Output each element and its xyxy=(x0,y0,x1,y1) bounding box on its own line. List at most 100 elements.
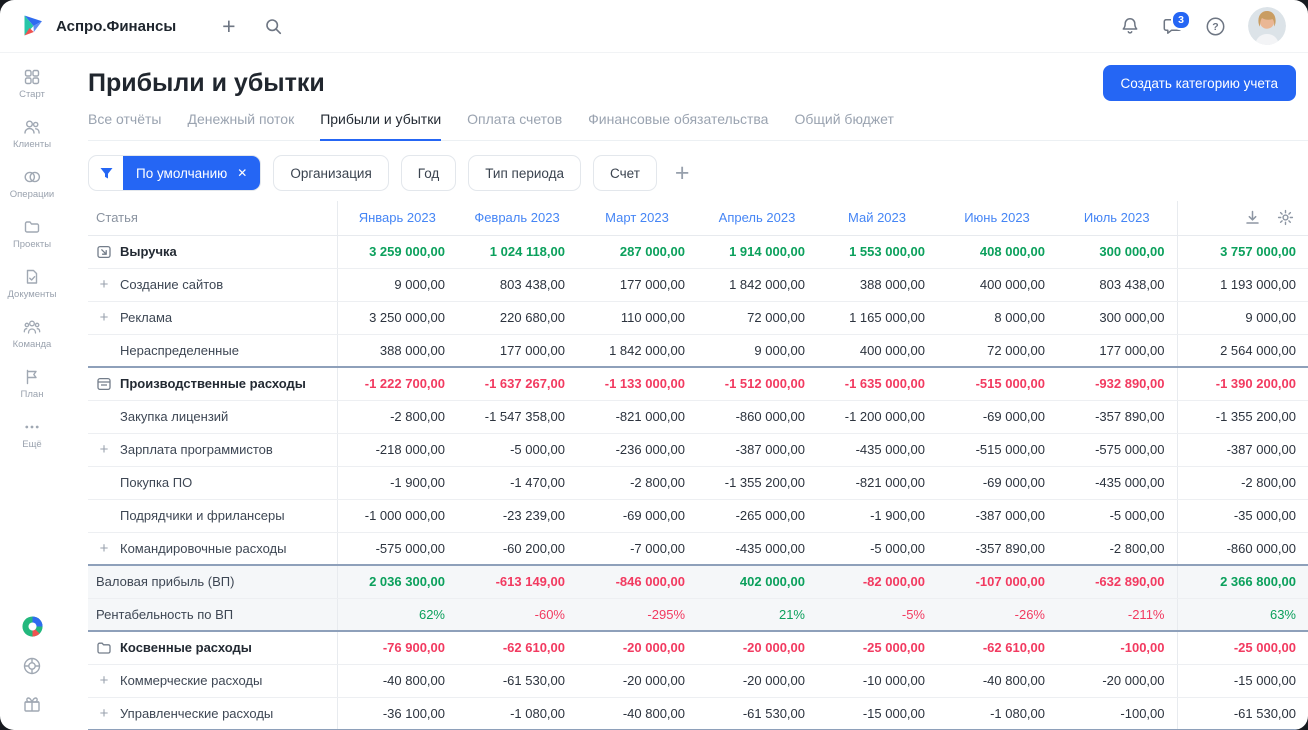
aspro-apps-icon[interactable] xyxy=(21,615,44,638)
value-cell: 177 000,00 xyxy=(577,268,697,302)
production-expenses-icon[interactable] xyxy=(96,376,112,392)
tab-cash-flow[interactable]: Денежный поток xyxy=(187,111,294,140)
sidebar-item-start[interactable]: Старт xyxy=(0,67,64,100)
table-row[interactable]: + Коммерческие расходы -40 800,00 -61 530,0… xyxy=(88,664,1308,698)
sidebar-item-more[interactable]: Ещё xyxy=(0,417,64,450)
row-label-cell: + Коммерческие расходы xyxy=(88,664,338,698)
table-row[interactable]: + Управленческие расходы -36 100,00 -1 080,… xyxy=(88,697,1308,730)
expand-plus-icon[interactable]: + xyxy=(96,442,112,457)
search-icon[interactable] xyxy=(264,17,283,36)
value-cell: -387 000,00 xyxy=(697,433,817,467)
table-row[interactable]: Косвенные расходы -76 900,00 -62 610,00 -20… xyxy=(88,630,1308,665)
value-cell: -860 000,00 xyxy=(697,400,817,434)
add-filter-icon[interactable]: + xyxy=(675,160,690,186)
tab-profit-loss[interactable]: Прибыли и убытки xyxy=(320,111,442,141)
expand-plus-icon[interactable]: + xyxy=(96,277,112,292)
table-row[interactable]: Рентабельность по ВП 62% -60% -295% 21% -5% -2… xyxy=(88,598,1308,632)
value-cell: 2 036 300,00 xyxy=(337,564,457,599)
sidebar-item-label: Операции xyxy=(9,189,55,200)
settings-gear-icon[interactable] xyxy=(1277,209,1294,226)
value-cell: -387 000,00 xyxy=(1176,433,1308,467)
value-cell: -20 000,00 xyxy=(1057,664,1177,698)
tab-liabilities[interactable]: Финансовые обязательства xyxy=(588,111,768,140)
table-row[interactable]: Покупка ПО -1 900,00 -1 470,00 -2 800,00 -1 … xyxy=(88,466,1308,500)
value-cell: -613 149,00 xyxy=(457,564,577,599)
value-cell: -25 000,00 xyxy=(1176,630,1308,665)
table-row[interactable]: Выручка 3 259 000,00 1 024 118,00 287 000,0… xyxy=(88,235,1308,269)
filter-funnel-icon[interactable] xyxy=(89,156,123,190)
expand-plus-icon[interactable]: + xyxy=(96,541,112,556)
sidebar-item-operations[interactable]: Операции xyxy=(0,167,64,200)
value-cell: -25 000,00 xyxy=(817,630,937,665)
value-cell: -1 470,00 xyxy=(457,466,577,500)
table-row[interactable]: + Командировочные расходы -575 000,00 -60 2… xyxy=(88,532,1308,566)
value-cell: -1 000 000,00 xyxy=(337,499,457,533)
table-row[interactable]: Закупка лицензий -2 800,00 -1 547 358,00 -8… xyxy=(88,400,1308,434)
download-icon[interactable] xyxy=(1244,209,1261,226)
clear-filter-icon[interactable]: ✕ xyxy=(237,166,247,180)
filter-chip-organization[interactable]: Организация xyxy=(273,155,389,191)
tab-bills[interactable]: Оплата счетов xyxy=(467,111,562,140)
sidebar-item-label: Клиенты xyxy=(12,139,52,150)
avatar[interactable] xyxy=(1248,7,1286,45)
create-category-button[interactable]: Создать категорию учета xyxy=(1102,65,1296,101)
start-icon xyxy=(23,67,41,86)
table-row[interactable]: + Создание сайтов 9 000,00 803 438,00 177 00… xyxy=(88,268,1308,302)
expand-plus-icon[interactable]: + xyxy=(96,706,112,721)
value-cell: -35 000,00 xyxy=(1176,499,1308,533)
value-cell: -76 900,00 xyxy=(337,630,457,665)
table-row[interactable]: + Реклама 3 250 000,00 220 680,00 110 000,00… xyxy=(88,301,1308,335)
value-cell: -515 000,00 xyxy=(937,433,1057,467)
value-cell: 72 000,00 xyxy=(937,334,1057,368)
value-cell: 400 000,00 xyxy=(937,268,1057,302)
help-icon[interactable]: ? xyxy=(1205,16,1226,37)
column-header-month: Март 2023 xyxy=(577,201,697,236)
value-cell: -1 080,00 xyxy=(937,697,1057,730)
sidebar-item-documents[interactable]: Документы xyxy=(0,267,64,300)
projects-icon xyxy=(23,217,41,236)
value-cell: -5 000,00 xyxy=(457,433,577,467)
value-cell: -69 000,00 xyxy=(937,466,1057,500)
filter-chip-period-type[interactable]: Тип периода xyxy=(468,155,582,191)
row-label-cell: + Создание сайтов xyxy=(88,268,338,302)
value-cell: -2 800,00 xyxy=(337,400,457,434)
value-cell: -40 800,00 xyxy=(337,664,457,698)
bell-icon[interactable] xyxy=(1120,16,1140,36)
more-icon xyxy=(23,417,41,436)
filter-preset[interactable]: По умолчанию ✕ xyxy=(88,155,262,191)
filter-chip-account[interactable]: Счет xyxy=(593,155,657,191)
support-icon[interactable] xyxy=(22,656,42,676)
sidebar-item-team[interactable]: Команда xyxy=(0,317,64,350)
table-row[interactable]: + Зарплата программистов -218 000,00 -5 000… xyxy=(88,433,1308,467)
value-cell: -846 000,00 xyxy=(577,564,697,599)
value-cell: -1 635 000,00 xyxy=(817,366,937,401)
revenue-group-icon[interactable] xyxy=(96,244,112,260)
value-cell: 2 366 800,00 xyxy=(1176,564,1308,599)
value-cell: 3 259 000,00 xyxy=(337,235,457,269)
sidebar-item-clients[interactable]: Клиенты xyxy=(0,117,64,150)
table-row[interactable]: Подрядчики и фрилансеры -1 000 000,00 -23 … xyxy=(88,499,1308,533)
expand-plus-icon[interactable]: + xyxy=(96,310,112,325)
row-label: Создание сайтов xyxy=(120,277,224,292)
table-row[interactable]: Производственные расходы -1 222 700,00 -1 … xyxy=(88,366,1308,401)
expand-plus-icon[interactable]: + xyxy=(96,673,112,688)
indirect-expenses-icon[interactable] xyxy=(96,640,112,656)
value-cell: 9 000,00 xyxy=(1176,301,1308,335)
sidebar-item-plan[interactable]: План xyxy=(0,367,64,400)
filter-chip-year[interactable]: Год xyxy=(400,155,457,191)
app-logo-icon[interactable] xyxy=(20,13,46,39)
row-label: Косвенные расходы xyxy=(120,640,252,656)
row-label-cell: Закупка лицензий xyxy=(88,400,338,434)
tab-all-reports[interactable]: Все отчёты xyxy=(88,111,161,140)
quick-create-icon[interactable]: + xyxy=(222,14,235,38)
value-cell: -69 000,00 xyxy=(937,400,1057,434)
value-cell: 9 000,00 xyxy=(697,334,817,368)
tab-budget[interactable]: Общий бюджет xyxy=(794,111,893,140)
gift-icon[interactable] xyxy=(22,694,42,714)
sidebar-item-projects[interactable]: Проекты xyxy=(0,217,64,250)
value-cell: -82 000,00 xyxy=(817,564,937,599)
table-row[interactable]: Нераспределенные 388 000,00 177 000,00 1 84… xyxy=(88,334,1308,368)
row-label-cell: + Командировочные расходы xyxy=(88,532,338,566)
table-row[interactable]: Валовая прибыль (ВП) 2 036 300,00 -613 149… xyxy=(88,564,1308,599)
chat-icon[interactable]: 3 xyxy=(1162,9,1191,37)
